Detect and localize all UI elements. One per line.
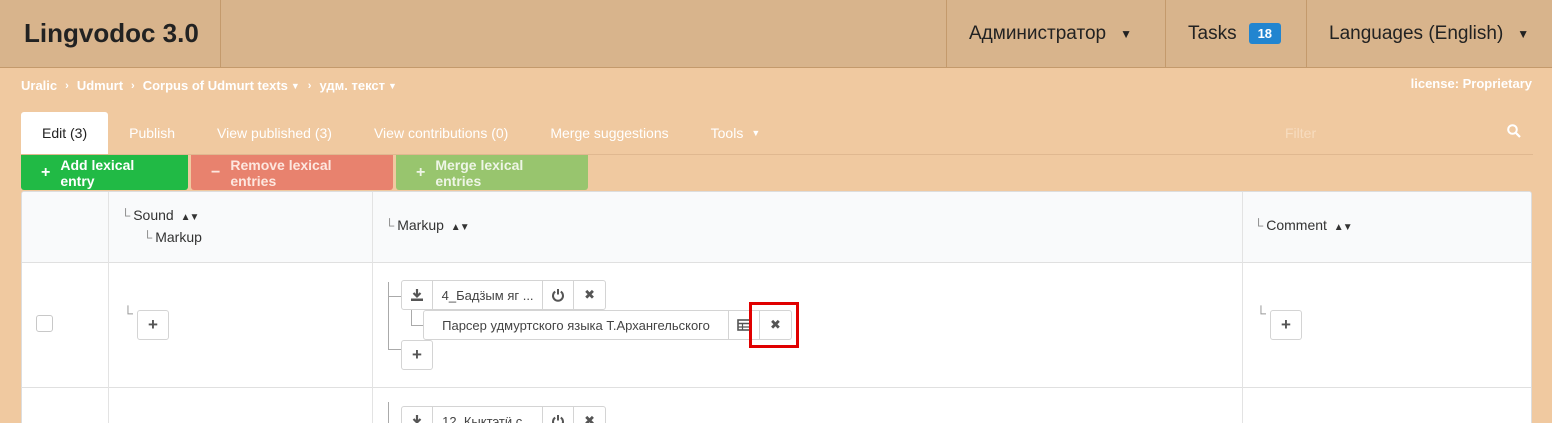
tree-connector xyxy=(388,402,389,423)
add-comment-button[interactable]: + xyxy=(1270,310,1302,340)
add-sound-button[interactable]: + xyxy=(137,310,169,340)
tree-branch-icon: └ xyxy=(1254,218,1264,233)
tab-bar: Edit (3) Publish View published (3) View… xyxy=(21,112,1533,155)
remove-lexical-entries-button[interactable]: − Remove lexical entries xyxy=(191,155,393,190)
chevron-down-icon: ▼ xyxy=(1120,26,1132,41)
action-toolbar: + Add lexical entry − Remove lexical ent… xyxy=(21,155,588,190)
app-logo[interactable]: Lingvodoc 3.0 xyxy=(0,0,221,67)
tree-connector xyxy=(388,296,401,297)
remove-lexical-entries-label: Remove lexical entries xyxy=(230,156,332,189)
download-icon[interactable] xyxy=(402,407,433,423)
search-icon[interactable] xyxy=(1507,123,1521,143)
tree-connector xyxy=(388,349,401,350)
tab-view-published[interactable]: View published (3) xyxy=(196,112,353,154)
breadcrumb-item-text[interactable]: удм. текст xyxy=(319,78,385,93)
languages-menu-label: Languages (English) xyxy=(1329,22,1504,44)
sound-column xyxy=(109,192,373,423)
add-lexical-entry-label: Add lexical entry xyxy=(60,156,135,189)
tree-connector xyxy=(411,310,412,325)
markup-file-group: 4_Бадӟым яг ... ✖ xyxy=(401,280,606,310)
plus-icon: + xyxy=(148,315,158,334)
tab-tools[interactable]: Tools ▼ xyxy=(690,112,782,154)
tree-connector xyxy=(411,325,423,326)
tree-branch-icon: └ xyxy=(385,218,395,233)
chevron-right-icon: › xyxy=(131,79,135,92)
minus-icon: − xyxy=(211,163,221,181)
column-header-comment[interactable]: └ Comment ▲▼ xyxy=(1254,217,1353,233)
power-icon[interactable] xyxy=(543,407,575,423)
plus-icon: + xyxy=(416,163,426,181)
parser-result-name: Парсер удмуртского языка Т.Архангельског… xyxy=(424,311,729,339)
markup-file-name: 12_Кыктэтӥ с... xyxy=(433,407,544,423)
power-icon[interactable] xyxy=(543,281,575,309)
tab-merge-suggestions[interactable]: Merge suggestions xyxy=(529,112,689,154)
filter-box xyxy=(1277,112,1533,154)
tree-connector xyxy=(388,282,389,350)
chevron-right-icon: › xyxy=(65,79,69,92)
license-label: license: Proprietary xyxy=(1410,76,1532,91)
column-header-markup-label: Markup xyxy=(397,217,444,233)
column-header-comment-label: Comment xyxy=(1266,217,1327,233)
plus-icon: + xyxy=(41,163,51,181)
download-icon[interactable] xyxy=(402,281,433,309)
markup-file-group: 12_Кыктэтӥ с... ✖ xyxy=(401,406,606,423)
chevron-right-icon: › xyxy=(307,79,312,92)
tree-branch-icon: └ xyxy=(143,230,153,245)
chevron-down-icon: ▼ xyxy=(751,128,761,138)
tab-edit[interactable]: Edit (3) xyxy=(21,112,109,154)
filter-input[interactable] xyxy=(1285,125,1465,141)
column-header-sound-label: Sound xyxy=(133,207,174,223)
tree-branch-icon: └ xyxy=(121,208,131,223)
breadcrumb-item-corpus[interactable]: Corpus of Udmurt texts xyxy=(143,78,288,93)
column-header-sound-markup[interactable]: └ Markup xyxy=(143,229,202,245)
parser-result-group: Парсер удмуртского языка Т.Архангельског… xyxy=(423,310,792,340)
tree-branch-icon: └ xyxy=(1256,305,1266,321)
tasks-label: Tasks xyxy=(1188,22,1237,44)
top-navbar: Lingvodoc 3.0 Администратор ▼ Tasks 18 L… xyxy=(0,0,1552,68)
navbar-spacer xyxy=(221,0,946,67)
languages-menu[interactable]: Languages (English) ▼ xyxy=(1306,0,1552,67)
close-icon[interactable]: ✖ xyxy=(574,281,605,309)
tab-tools-label: Tools xyxy=(710,125,744,141)
column-header-sound-markup-label: Markup xyxy=(155,229,202,245)
row-select-checkbox[interactable] xyxy=(36,315,53,332)
plus-icon: + xyxy=(1281,315,1291,334)
close-icon[interactable]: ✖ xyxy=(574,407,605,423)
tasks-menu[interactable]: Tasks 18 xyxy=(1165,0,1306,67)
markup-file-name: 4_Бадӟым яг ... xyxy=(433,281,544,309)
tasks-count-badge: 18 xyxy=(1248,23,1282,44)
dropdown-caret-icon[interactable]: ▼ xyxy=(388,81,397,91)
add-markup-button[interactable]: + xyxy=(401,340,433,370)
chevron-down-icon: ▼ xyxy=(1517,26,1530,41)
highlight-box xyxy=(749,302,799,348)
sort-icon[interactable]: ▲▼ xyxy=(451,222,470,233)
user-menu-label: Администратор xyxy=(969,22,1107,44)
merge-lexical-entries-label: Merge lexical entries xyxy=(435,156,524,189)
breadcrumb: Uralic › Udmurt › Corpus of Udmurt texts… xyxy=(21,78,397,93)
add-lexical-entry-button[interactable]: + Add lexical entry xyxy=(21,155,188,190)
breadcrumb-item-uralic[interactable]: Uralic xyxy=(21,78,57,93)
tab-publish[interactable]: Publish xyxy=(108,112,196,154)
column-header-sound[interactable]: └ Sound ▲▼ xyxy=(121,207,200,223)
sort-icon[interactable]: ▲▼ xyxy=(181,212,200,223)
plus-icon: + xyxy=(412,345,422,364)
merge-lexical-entries-button[interactable]: + Merge lexical entries xyxy=(396,155,588,190)
column-header-markup[interactable]: └ Markup ▲▼ xyxy=(385,217,470,233)
user-menu[interactable]: Администратор ▼ xyxy=(946,0,1165,67)
tree-branch-icon: └ xyxy=(123,305,133,321)
select-column xyxy=(22,192,109,423)
dropdown-caret-icon[interactable]: ▼ xyxy=(291,81,300,91)
sort-icon[interactable]: ▲▼ xyxy=(1334,222,1353,233)
breadcrumb-item-udmurt[interactable]: Udmurt xyxy=(77,78,123,93)
tab-view-contributions[interactable]: View contributions (0) xyxy=(353,112,529,154)
